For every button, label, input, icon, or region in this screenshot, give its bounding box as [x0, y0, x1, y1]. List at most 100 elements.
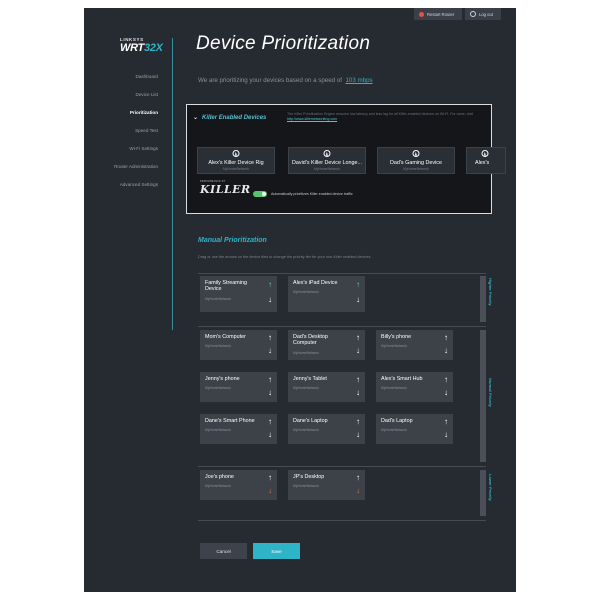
sidebar-item-dashboard[interactable]: Dashboard: [84, 74, 158, 79]
restart-router-label: Restart Router: [427, 11, 455, 17]
arrow-down-icon[interactable]: ↓: [444, 389, 448, 397]
device-network: MyHomeNetwork: [293, 428, 319, 432]
arrow-down-icon[interactable]: ↓: [356, 487, 360, 495]
device-card[interactable]: Billy's phone MyHomeNetwork ↑ ↓: [376, 330, 453, 360]
sidebar-item-advanced-settings[interactable]: Advanced Settings: [84, 182, 158, 187]
killer-auto-toggle[interactable]: [253, 191, 267, 197]
arrow-down-icon[interactable]: ↓: [356, 296, 360, 304]
sidebar-item-speed-test[interactable]: Speed Test: [84, 128, 158, 133]
logo-model-suffix: 32X: [143, 41, 163, 54]
tier-divider: [198, 520, 486, 521]
arrow-down-icon[interactable]: ↓: [268, 296, 272, 304]
arrow-up-icon[interactable]: ↑: [356, 474, 360, 482]
device-network: MyHomeNetwork: [205, 386, 231, 390]
arrow-down-icon[interactable]: ↓: [268, 431, 272, 439]
device-name: Billy's phone: [381, 334, 412, 340]
device-card[interactable]: Jenny's phone MyHomeNetwork ↑ ↓: [200, 372, 277, 402]
arrow-down-icon[interactable]: ↓: [356, 347, 360, 355]
killer-device-name: David's Killer Device Longe...: [292, 160, 362, 166]
sidebar-item-prioritization[interactable]: Prioritization: [84, 110, 158, 115]
device-network: MyHomeNetwork: [293, 351, 319, 355]
device-card[interactable]: JP's Desktop MyHomeNetwork ↑ ↓: [288, 470, 365, 500]
killer-device-card[interactable]: k Dad's Gaming Device MyHomeNetwork: [377, 147, 455, 174]
arrow-up-icon[interactable]: ↑: [268, 474, 272, 482]
logo-model: WRT32X: [120, 41, 168, 54]
killer-device-card-partial[interactable]: k Alex's: [466, 147, 506, 174]
device-card[interactable]: Jenny's Tablet MyHomeNetwork ↑ ↓: [288, 372, 365, 402]
arrow-up-icon[interactable]: ↑: [356, 334, 360, 342]
device-name: Mom's Computer: [205, 334, 246, 340]
device-card[interactable]: Dane's Smart Phone MyHomeNetwork ↑ ↓: [200, 414, 277, 444]
killer-device-name: Alex's: [475, 160, 490, 166]
manual-prioritization-description: Drag or use the arrows on the device til…: [198, 255, 372, 259]
killer-description-text: The Killer Prioritization Engine ensures…: [287, 112, 473, 116]
linksys-logo: LINKSYS WRT32X: [120, 37, 168, 54]
arrow-up-icon[interactable]: ↑: [444, 334, 448, 342]
device-card[interactable]: Alex's iPad Device MyHomeNetwork ↑ ↓: [288, 276, 365, 312]
killer-device-network: MyHomeNetwork: [403, 167, 429, 171]
device-network: MyHomeNetwork: [293, 386, 319, 390]
device-card[interactable]: Dad's Laptop MyHomeNetwork ↑ ↓: [376, 414, 453, 444]
device-name: Dane's Smart Phone: [205, 418, 255, 424]
arrow-down-icon[interactable]: ↓: [268, 487, 272, 495]
arrow-down-icon[interactable]: ↓: [268, 389, 272, 397]
device-card[interactable]: Mom's Computer MyHomeNetwork ↑ ↓: [200, 330, 277, 360]
sidebar-item-wifi-settings[interactable]: Wi-Fi Settings: [84, 146, 158, 151]
restart-router-button[interactable]: Restart Router: [414, 8, 462, 20]
arrow-up-icon[interactable]: ↑: [268, 281, 272, 289]
device-name: Dad's Laptop: [381, 418, 413, 424]
killer-device-name: Alex's Killer Device Rig: [208, 160, 264, 166]
arrow-up-icon[interactable]: ↑: [356, 281, 360, 289]
higher-priority-bar: [480, 276, 486, 322]
tier-divider: [198, 466, 486, 467]
sidebar-item-router-administration[interactable]: Router Administration: [84, 164, 158, 169]
killer-badge-icon: k: [323, 150, 331, 157]
arrow-down-icon[interactable]: ↓: [268, 347, 272, 355]
arrow-down-icon[interactable]: ↓: [356, 389, 360, 397]
device-name: Family Streaming Device: [205, 280, 247, 293]
device-name: Joe's phone: [205, 474, 234, 480]
power-icon: [470, 11, 476, 17]
log-out-button[interactable]: Log out: [465, 8, 501, 20]
killer-website-link[interactable]: http://www.killernetworking.com: [287, 117, 337, 121]
lower-priority-label: Lower Priority: [488, 474, 493, 501]
device-card[interactable]: Dad's Desktop Computer MyHomeNetwork ↑ ↓: [288, 330, 365, 360]
arrow-up-icon[interactable]: ↑: [268, 334, 272, 342]
arrow-up-icon[interactable]: ↑: [444, 376, 448, 384]
device-card[interactable]: Family Streaming Device MyHomeNetwork ↑ …: [200, 276, 277, 312]
killer-badge-icon: k: [412, 150, 420, 157]
save-button[interactable]: Save: [253, 543, 300, 559]
device-card[interactable]: Joe's phone MyHomeNetwork ↑ ↓: [200, 470, 277, 500]
restart-icon: [419, 11, 424, 17]
device-card[interactable]: Alex's Smart Hub MyHomeNetwork ↑ ↓: [376, 372, 453, 402]
device-name: Dane's Laptop: [293, 418, 328, 424]
logo-model-prefix: WRT: [120, 41, 144, 54]
killer-logo-tagline: PERFORMANCE BY: [200, 180, 226, 183]
device-network: MyHomeNetwork: [205, 297, 231, 301]
arrow-up-icon[interactable]: ↑: [356, 418, 360, 426]
toggle-knob: [262, 192, 266, 196]
arrow-up-icon[interactable]: ↑: [356, 376, 360, 384]
arrow-down-icon[interactable]: ↓: [444, 347, 448, 355]
killer-device-name: Dad's Gaming Device: [390, 160, 442, 166]
device-network: MyHomeNetwork: [293, 290, 319, 294]
arrow-up-icon[interactable]: ↑: [268, 376, 272, 384]
killer-toggle-label: Automatically prioritizes Killer enabled…: [271, 192, 353, 196]
device-name: Alex's Smart Hub: [381, 376, 423, 382]
device-card[interactable]: Dane's Laptop MyHomeNetwork ↑ ↓: [288, 414, 365, 444]
normal-priority-bar: [480, 330, 486, 462]
device-name: Jenny's phone: [205, 376, 240, 382]
cancel-button[interactable]: Cancel: [200, 543, 247, 559]
killer-device-card[interactable]: k Alex's Killer Device Rig MyHomeNetwork: [197, 147, 275, 174]
arrow-up-icon[interactable]: ↑: [444, 418, 448, 426]
arrow-up-icon[interactable]: ↑: [268, 418, 272, 426]
higher-priority-label: Higher Priority: [488, 278, 493, 306]
arrow-down-icon[interactable]: ↓: [356, 431, 360, 439]
sidebar-item-device-list[interactable]: Device List: [84, 92, 158, 97]
device-network: MyHomeNetwork: [205, 484, 231, 488]
killer-device-card[interactable]: k David's Killer Device Longe... MyHomeN…: [288, 147, 366, 174]
speed-link[interactable]: 103 mbps: [345, 77, 372, 84]
device-network: MyHomeNetwork: [205, 428, 231, 432]
arrow-down-icon[interactable]: ↓: [444, 431, 448, 439]
killer-devices-header[interactable]: ⌄ Killer Enabled Devices: [193, 114, 266, 121]
